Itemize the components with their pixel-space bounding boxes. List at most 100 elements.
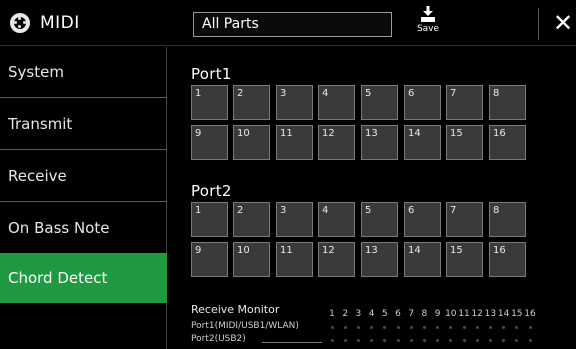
port2-title: Port2 <box>191 182 232 200</box>
close-icon[interactable]: ✕ <box>551 9 575 37</box>
port2-channel-button[interactable]: 3 <box>276 202 313 237</box>
monitor-indicator-dot <box>502 326 506 329</box>
monitor-indicator-dot <box>356 326 360 329</box>
monitor-indicator-dot <box>462 339 466 342</box>
header-bar: MIDI All Parts Save ✕ <box>0 0 576 46</box>
sidebar-item-system[interactable]: System <box>0 47 167 98</box>
port1-channel-button[interactable]: 3 <box>276 85 313 120</box>
port2-channel-button[interactable]: 16 <box>489 242 526 277</box>
port1-title: Port1 <box>191 65 232 83</box>
monitor-indicator-dot <box>436 326 440 329</box>
monitor-indicator-dot <box>409 339 413 342</box>
monitor-channel-number: 6 <box>395 309 401 319</box>
monitor-channel-number: 9 <box>434 309 441 319</box>
monitor-indicator-dot <box>422 339 426 342</box>
monitor-indicator-dot <box>528 326 532 329</box>
port2-channel-button[interactable]: 1 <box>191 202 228 237</box>
monitor-channel-number: 13 <box>484 309 497 319</box>
port2-channel-button[interactable]: 12 <box>318 242 355 277</box>
sidebar-item-receive[interactable]: Receive <box>0 151 167 202</box>
port1-channel-button[interactable]: 14 <box>404 125 441 160</box>
monitor-indicator-dot <box>396 326 400 329</box>
port1-channel-button[interactable]: 13 <box>361 125 398 160</box>
monitor-channel-number: 4 <box>368 309 375 319</box>
port1-channel-button[interactable]: 15 <box>446 125 483 160</box>
monitor-port2-leader <box>262 342 322 343</box>
close-divider <box>538 8 539 40</box>
midi-icon <box>10 13 30 33</box>
monitor-indicator-dot <box>343 339 347 342</box>
monitor-channel-number: 3 <box>355 309 362 319</box>
monitor-indicator-dot <box>515 339 519 342</box>
page-title: MIDI <box>40 13 80 33</box>
monitor-indicator-dot <box>515 326 519 329</box>
monitor-indicator-dot <box>370 326 374 329</box>
monitor-channel-number: 15 <box>511 309 523 319</box>
monitor-indicator-dot <box>409 326 413 329</box>
monitor-indicator-dot <box>383 339 387 342</box>
monitor-indicator-dot <box>449 339 453 342</box>
monitor-indicator-dot <box>343 326 347 329</box>
monitor-indicator-dot <box>330 339 334 342</box>
sidebar: System Transmit Receive On Bass Note Cho… <box>0 47 167 349</box>
monitor-indicator-dot <box>330 326 334 329</box>
monitor-channel-number: 11 <box>458 309 470 319</box>
port2-channel-button[interactable]: 15 <box>446 242 483 277</box>
monitor-channel-number: 7 <box>408 309 415 319</box>
save-button[interactable]: Save <box>408 6 448 44</box>
monitor-indicator-dot <box>436 339 440 342</box>
port1-channel-button[interactable]: 10 <box>233 125 270 160</box>
port1-channel-button[interactable]: 6 <box>404 85 441 120</box>
port2-channel-button[interactable]: 11 <box>276 242 313 277</box>
sidebar-item-chord-detect[interactable]: Chord Detect <box>0 253 167 303</box>
port2-channel-button[interactable]: 2 <box>233 202 270 237</box>
monitor-channel-number: 12 <box>471 309 483 319</box>
monitor-indicator-dot <box>422 326 426 329</box>
port1-channel-button[interactable]: 11 <box>276 125 313 160</box>
monitor-indicator-dot <box>488 339 492 342</box>
port2-channel-button[interactable]: 14 <box>404 242 441 277</box>
monitor-indicator-dot <box>383 326 387 329</box>
monitor-indicator-dot <box>370 339 374 342</box>
monitor-indicator-dot <box>449 326 453 329</box>
monitor-indicator-dot <box>502 339 506 342</box>
sidebar-item-on-bass-note[interactable]: On Bass Note <box>0 203 167 254</box>
port1-channel-button[interactable]: 5 <box>361 85 398 120</box>
port1-channel-button[interactable]: 4 <box>318 85 355 120</box>
monitor-indicator-dot <box>488 326 492 329</box>
monitor-channel-number: 8 <box>421 309 428 319</box>
monitor-indicator-dot <box>528 339 532 342</box>
save-label: Save <box>416 24 440 34</box>
parts-select[interactable]: All Parts <box>193 12 392 37</box>
port2-channel-button[interactable]: 7 <box>446 202 483 237</box>
port2-channel-button[interactable]: 9 <box>191 242 228 277</box>
monitor-channel-number: 10 <box>445 309 457 319</box>
port2-channel-button[interactable]: 6 <box>404 202 441 237</box>
monitor-indicator-dot <box>356 339 360 342</box>
port2-channel-button[interactable]: 13 <box>361 242 398 277</box>
port2-channel-button[interactable]: 8 <box>489 202 526 237</box>
monitor-indicator-dot <box>462 326 466 329</box>
monitor-indicator-dot <box>475 339 479 342</box>
port1-channel-button[interactable]: 9 <box>191 125 228 160</box>
port2-channel-button[interactable]: 10 <box>233 242 270 277</box>
save-icon <box>421 6 435 22</box>
monitor-port2-label: Port2(USB2) <box>191 334 246 344</box>
monitor-channel-number: 16 <box>524 309 536 319</box>
monitor-channel-number: 5 <box>381 309 388 319</box>
sidebar-item-transmit[interactable]: Transmit <box>0 99 167 150</box>
port2-channel-button[interactable]: 5 <box>361 202 398 237</box>
monitor-channel-number: 1 <box>329 309 335 319</box>
port2-channel-button[interactable]: 4 <box>318 202 355 237</box>
monitor-indicator-dot <box>475 326 479 329</box>
monitor-indicator-dot <box>396 339 400 342</box>
port1-channel-button[interactable]: 8 <box>489 85 526 120</box>
monitor-channel-number: 2 <box>342 309 349 319</box>
monitor-channel-number: 14 <box>497 309 510 319</box>
port1-channel-button[interactable]: 2 <box>233 85 270 120</box>
receive-monitor-title: Receive Monitor <box>191 303 280 316</box>
port1-channel-button[interactable]: 1 <box>191 85 228 120</box>
port1-channel-button[interactable]: 12 <box>318 125 355 160</box>
port1-channel-button[interactable]: 16 <box>489 125 526 160</box>
port1-channel-button[interactable]: 7 <box>446 85 483 120</box>
